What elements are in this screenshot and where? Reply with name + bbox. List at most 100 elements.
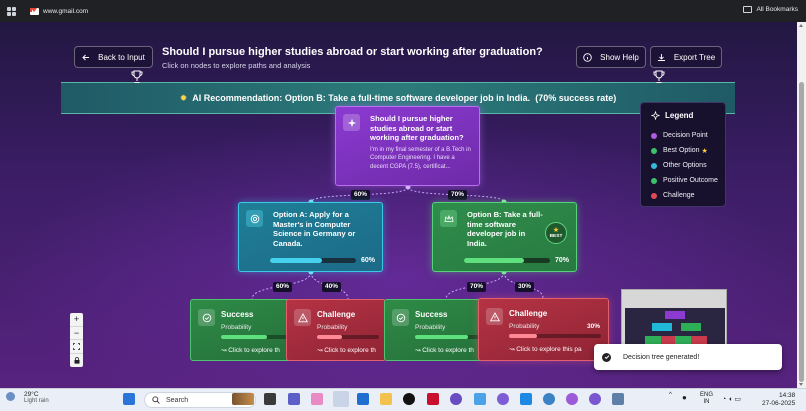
leaf-title: Challenge — [317, 310, 356, 319]
language-indicator[interactable]: ENG IN — [700, 392, 713, 406]
system-tray-chevron[interactable]: ^ — [669, 392, 672, 398]
legend-item-decision-point: Decision Point — [651, 128, 725, 143]
edge-label-option-a: 60% — [351, 190, 371, 200]
folder-icon — [743, 6, 753, 13]
leaf-explore-link[interactable]: ↝ Click to explore th — [221, 346, 280, 354]
arrow-left-icon — [82, 54, 90, 60]
legend-title: Legend — [665, 111, 694, 120]
page-scrollbar[interactable] — [797, 22, 806, 388]
lock-icon — [74, 356, 79, 364]
legend-item-positive-outcome: Positive Outcome — [651, 173, 725, 188]
mcafee-icon[interactable] — [427, 393, 439, 405]
all-bookmarks[interactable]: All Bookmarks — [743, 6, 798, 13]
copilot-icon[interactable] — [311, 393, 323, 405]
best-label: BEST — [549, 234, 563, 239]
store-icon[interactable] — [357, 393, 369, 405]
leaf-progress-bar — [317, 335, 379, 339]
leaf-title: Success — [415, 310, 448, 319]
legend-swatch — [651, 162, 657, 169]
warning-icon — [486, 308, 503, 325]
check-circle-icon — [602, 352, 611, 362]
option-b-progress-fill — [464, 258, 525, 263]
vscode-icon[interactable] — [520, 393, 532, 405]
app-icon[interactable] — [543, 393, 555, 405]
option-a-progress-fill — [270, 258, 322, 263]
app-icon[interactable] — [497, 393, 509, 405]
leaf-progress-fill — [317, 335, 342, 339]
minimap-node — [675, 336, 691, 344]
root-description: I'm in my final semester of a B.Tech in … — [370, 146, 471, 170]
search-placeholder: Search — [166, 396, 189, 404]
legend-item-label: Best Option — [663, 147, 700, 154]
decision-node-root[interactable]: Should I pursue higher studies abroad or… — [335, 106, 480, 186]
leaf-explore-link[interactable]: ↝ Click to explore this pa — [509, 345, 582, 353]
bookmark-gmail-label: www.gmail.com — [43, 7, 89, 15]
zoom-in-button[interactable]: + — [70, 313, 83, 327]
file-explorer-icon[interactable] — [380, 393, 392, 405]
gmail-icon — [30, 7, 39, 15]
wifi-volume-battery-icons[interactable]: ◔ ◖ ▭ — [722, 395, 756, 405]
weather-widget[interactable]: 29°C Light rain — [24, 391, 49, 404]
fit-view-icon — [73, 342, 80, 350]
recommendation-rate: (70% success rate) — [535, 93, 617, 103]
toast-notification: Decision tree generated! — [594, 344, 782, 370]
zoom-out-button[interactable]: − — [70, 327, 83, 340]
outcome-node-challenge-b[interactable]: Challenge Probability 30% ↝ Click to exp… — [478, 298, 609, 361]
export-tree-label: Export Tree — [673, 52, 716, 62]
apps-grid-icon[interactable] — [7, 6, 16, 16]
search-icon — [152, 396, 160, 404]
all-bookmarks-label: All Bookmarks — [756, 6, 798, 13]
taskbar-clock[interactable]: 14:38 27-06-2025 — [762, 392, 795, 408]
microphone-icon[interactable]: ● — [682, 393, 690, 405]
clock-time: 14:38 — [778, 392, 796, 399]
outcome-node-challenge-a[interactable]: Challenge Probability ↝ Click to explore… — [286, 299, 386, 361]
back-to-input-button[interactable]: Back to Input — [74, 46, 153, 68]
toast-message: Decision tree generated! — [623, 353, 700, 361]
legend-item-label: Positive Outcome — [663, 177, 718, 184]
windows-start-icon[interactable] — [123, 393, 135, 405]
teams-icon[interactable] — [288, 393, 300, 405]
leaf-explore-link[interactable]: ↝ Click to explore th — [415, 346, 474, 354]
fit-view-button[interactable] — [70, 340, 83, 354]
star-icon: ★ — [701, 147, 708, 155]
legend-swatch — [651, 132, 657, 139]
check-circle-icon — [198, 309, 215, 326]
lang-bottom: IN — [703, 399, 710, 405]
leaf-explore-link[interactable]: ↝ Click to explore th — [317, 346, 376, 354]
leaf-probability-label: Probability — [415, 324, 446, 331]
check-circle-icon — [392, 309, 409, 326]
back-to-input-label: Back to Input — [98, 52, 145, 62]
best-badge: ★ BEST — [545, 222, 567, 244]
lock-button[interactable] — [70, 354, 83, 368]
weather-temp: 29°C — [24, 391, 39, 398]
target-icon — [246, 210, 263, 227]
app-icon[interactable] — [612, 393, 624, 405]
show-help-button[interactable]: Show Help — [576, 46, 646, 68]
sparkle-icon — [343, 114, 360, 131]
leaf-progress-fill — [509, 334, 537, 338]
legend-item-label: Challenge — [663, 192, 695, 199]
weather-condition: Light rain — [24, 398, 49, 404]
legend-item-label: Decision Point — [663, 132, 708, 139]
leaf-probability-label: Probability — [509, 323, 540, 330]
show-help-label: Show Help — [600, 52, 639, 62]
dell-icon[interactable] — [403, 393, 415, 405]
minimap-node — [652, 323, 672, 331]
app-icon[interactable] — [450, 393, 462, 405]
crown-icon — [440, 210, 457, 227]
zoom-controls: + − — [70, 313, 83, 367]
root-title: Should I pursue higher studies abroad or… — [370, 114, 464, 142]
export-tree-button[interactable]: Export Tree — [650, 46, 722, 68]
app-icon[interactable] — [589, 393, 601, 405]
leaf-progress-fill — [221, 335, 267, 339]
warning-icon — [294, 309, 311, 326]
weather-icon — [6, 392, 15, 401]
leaf-probability-label: Probability — [221, 324, 252, 331]
chrome-icon[interactable] — [333, 391, 349, 407]
task-view-icon[interactable] — [264, 393, 276, 405]
app-icon[interactable] — [566, 393, 578, 405]
leaf-title: Challenge — [509, 309, 548, 318]
sparkle-icon — [651, 111, 660, 120]
bookmark-gmail[interactable]: www.gmail.com — [30, 7, 89, 15]
app-icon[interactable] — [474, 393, 486, 405]
